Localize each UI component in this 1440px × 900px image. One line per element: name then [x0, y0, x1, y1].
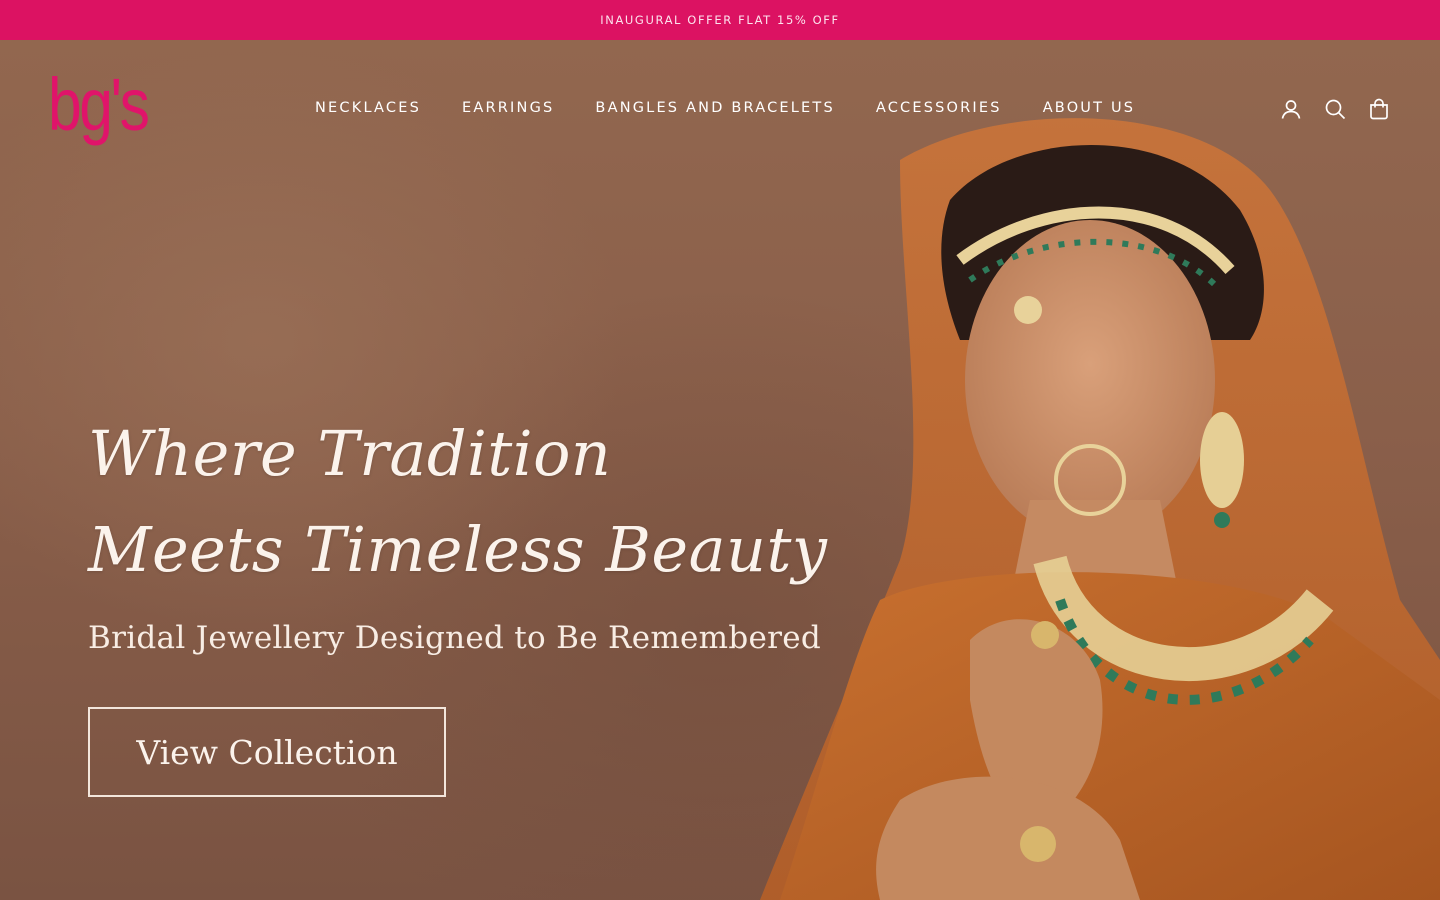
hero-subheadline: Bridal Jewellery Designed to Be Remember…: [88, 620, 822, 656]
account-icon[interactable]: [1278, 96, 1304, 122]
hero-headline-line-1: Where Tradition: [88, 417, 612, 490]
announcement-bar: INAUGURAL OFFER FLAT 15% OFF: [0, 0, 1440, 40]
brand-logo[interactable]: bg's: [48, 68, 150, 152]
nav-item-accessories[interactable]: ACCESSORIES: [876, 100, 1002, 116]
nav-item-earrings[interactable]: EARRINGS: [462, 100, 554, 116]
header-actions: [1278, 96, 1392, 122]
view-collection-button[interactable]: View Collection: [88, 707, 446, 797]
nav-item-necklaces[interactable]: NECKLACES: [315, 100, 421, 116]
search-icon[interactable]: [1322, 96, 1348, 122]
svg-text:bg's: bg's: [48, 68, 148, 146]
nav-item-about-us[interactable]: ABOUT US: [1043, 100, 1136, 116]
site-header: bg's NECKLACES EARRINGS BANGLES AND BRAC…: [0, 40, 1440, 176]
hero-headline-line-2: Meets Timeless Beauty: [88, 513, 828, 586]
main-nav: NECKLACES EARRINGS BANGLES AND BRACELETS…: [315, 96, 1135, 120]
announcement-text: INAUGURAL OFFER FLAT 15% OFF: [600, 13, 840, 27]
nav-item-bangles-and-bracelets[interactable]: BANGLES AND BRACELETS: [595, 100, 834, 116]
hero-headline: Where Tradition Meets Timeless Beauty: [88, 406, 827, 598]
cart-icon[interactable]: [1366, 96, 1392, 122]
